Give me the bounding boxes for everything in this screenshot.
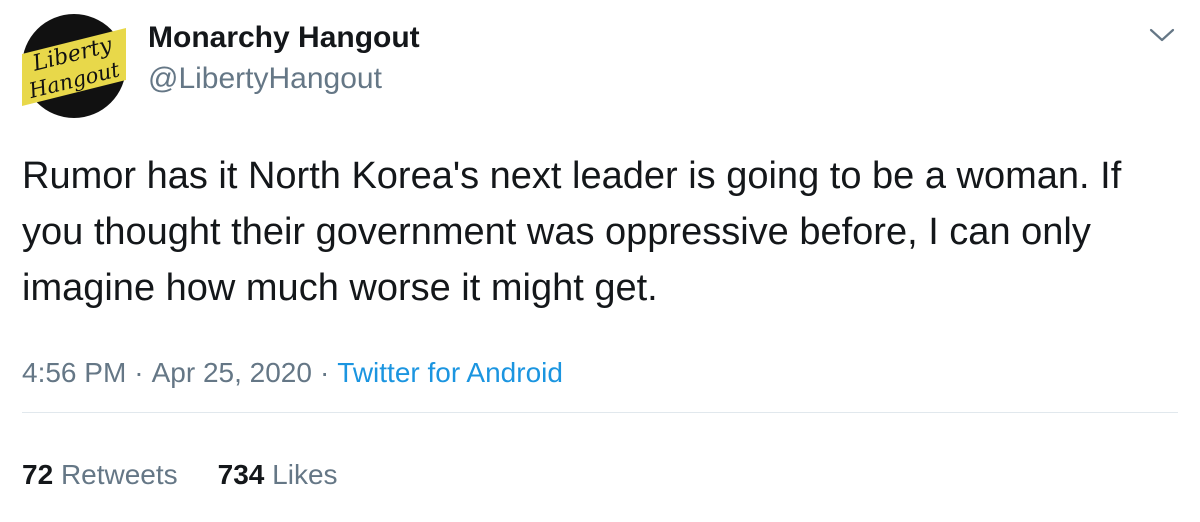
tweet-date[interactable]: Apr 25, 2020 (152, 357, 312, 388)
tweet-time[interactable]: 4:56 PM (22, 357, 126, 388)
user-handle[interactable]: @LibertyHangout (148, 62, 382, 96)
divider (22, 412, 1178, 413)
avatar[interactable]: Liberty Hangout (22, 14, 126, 118)
tweet-card: Liberty Hangout Monarchy Hangout @Libert… (0, 0, 1200, 522)
retweets-label: Retweets (60, 459, 178, 490)
engagement-stats: 72 Retweets 734 Likes (22, 459, 338, 491)
retweets-count: 72 (22, 459, 54, 490)
meta-separator: · (319, 357, 330, 388)
display-name[interactable]: Monarchy Hangout (148, 21, 420, 55)
avatar-logo: Liberty Hangout (22, 14, 126, 118)
likes-label: Likes (272, 459, 338, 490)
meta-separator: · (134, 357, 144, 388)
tweet-source-link[interactable]: Twitter for Android (337, 357, 563, 388)
likes-count: 734 (217, 459, 265, 490)
chevron-down-icon[interactable] (1147, 24, 1177, 46)
tweet-text: Rumor has it North Korea's next leader i… (22, 155, 1122, 309)
likes-stat[interactable]: 734 Likes (218, 459, 338, 490)
retweets-stat[interactable]: 72 Retweets (22, 459, 178, 490)
tweet-metadata: 4:56 PM · Apr 25, 2020 · Twitter for Android (22, 357, 563, 389)
